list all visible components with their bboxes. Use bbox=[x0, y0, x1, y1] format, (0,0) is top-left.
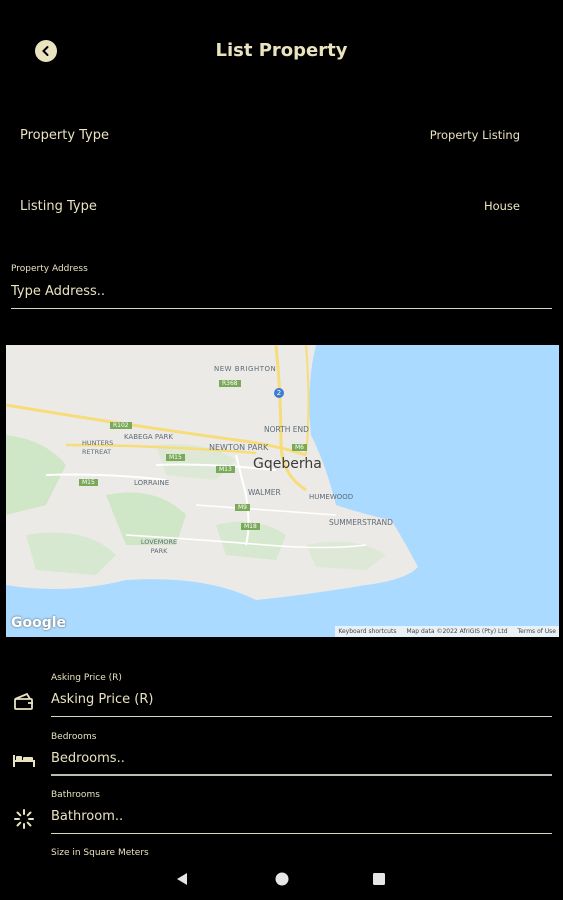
map-label-kabega-park: KABEGA PARK bbox=[124, 433, 173, 441]
property-type-row[interactable]: Property Type Property Listing bbox=[0, 118, 563, 154]
nav-recents-icon[interactable] bbox=[371, 871, 387, 891]
nav-home-icon[interactable] bbox=[274, 871, 290, 891]
listing-type-label: Listing Type bbox=[20, 199, 97, 214]
map-attribution: Keyboard shortcuts Map data ©2022 AfriGI… bbox=[335, 626, 559, 637]
property-type-label: Property Type bbox=[20, 128, 110, 143]
map-label-city: Gqeberha bbox=[253, 456, 322, 472]
map-label-humewood: HUMEWOOD bbox=[309, 493, 354, 501]
road-shield: M13 bbox=[216, 466, 235, 473]
bathrooms-label: Bathrooms bbox=[51, 790, 100, 800]
bathrooms-underline bbox=[51, 833, 552, 834]
size-label: Size in Square Meters bbox=[51, 848, 149, 858]
road-shield: 2 bbox=[274, 388, 284, 398]
map-label-walmer: WALMER bbox=[248, 488, 281, 497]
bedrooms-input[interactable]: Bedrooms.. bbox=[51, 751, 551, 766]
bathrooms-input[interactable]: Bathroom.. bbox=[51, 809, 551, 824]
bedrooms-label: Bedrooms bbox=[51, 732, 97, 742]
map-label-summerstrand: SUMMERSTRAND bbox=[329, 518, 393, 527]
loading-icon bbox=[13, 808, 35, 834]
map-label-lovemore-park: LOVEMORE PARK bbox=[140, 538, 178, 555]
map-label-new-brighton: NEW BRIGHTON bbox=[214, 365, 277, 373]
page-title: List Property bbox=[215, 40, 348, 61]
terms-link[interactable]: Terms of Use bbox=[518, 628, 556, 635]
nav-back-icon[interactable] bbox=[174, 871, 190, 891]
asking-price-label: Asking Price (R) bbox=[51, 673, 122, 683]
listing-type-row[interactable]: Listing Type House bbox=[0, 189, 563, 225]
money-icon bbox=[12, 691, 36, 715]
road-shield: R102 bbox=[110, 422, 132, 429]
road-shield: M18 bbox=[241, 523, 260, 530]
map-data-text: Map data ©2022 AfriGIS (Pty) Ltd bbox=[406, 628, 508, 635]
asking-price-input[interactable]: Asking Price (R) bbox=[51, 692, 551, 707]
road-shield: M15 bbox=[79, 479, 98, 486]
google-logo: Google bbox=[11, 615, 67, 631]
property-type-value: Property Listing bbox=[429, 128, 520, 142]
address-label: Property Address bbox=[11, 264, 88, 274]
road-shield: M15 bbox=[166, 454, 185, 461]
address-underline bbox=[11, 308, 552, 309]
road-shield: M9 bbox=[235, 504, 250, 511]
address-input[interactable]: Type Address.. bbox=[11, 284, 551, 299]
bed-icon bbox=[12, 751, 36, 773]
asking-price-underline bbox=[51, 716, 552, 717]
keyboard-shortcuts-link[interactable]: Keyboard shortcuts bbox=[338, 628, 396, 635]
map-label-hunters-retreat: HUNTERS RETREAT bbox=[82, 439, 114, 456]
road-shield: M6 bbox=[292, 444, 307, 451]
map-label-newton-park: NEWTON PARK bbox=[209, 443, 269, 452]
map-view[interactable]: NEW BRIGHTON NORTH END KABEGA PARK HUNTE… bbox=[6, 345, 559, 637]
road-shield: R368 bbox=[219, 380, 241, 387]
map-label-north-end: NORTH END bbox=[264, 425, 309, 434]
bedrooms-underline bbox=[51, 774, 552, 776]
map-label-lorraine: LORRAINE bbox=[134, 479, 170, 487]
listing-type-value: House bbox=[483, 199, 520, 213]
